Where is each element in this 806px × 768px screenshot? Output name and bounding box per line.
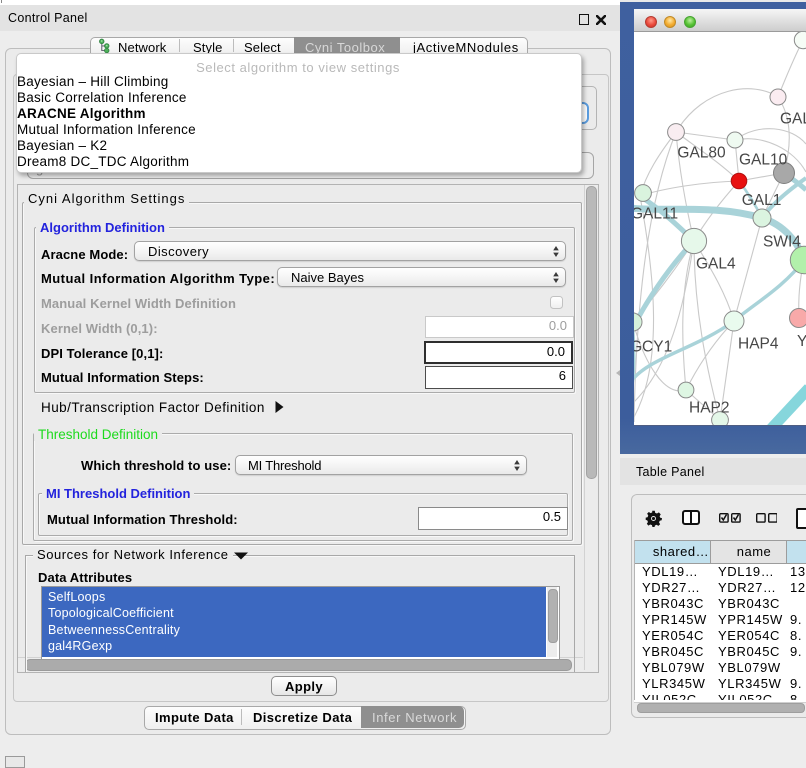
svg-text:GAL1: GAL1: [742, 192, 782, 209]
svg-text:GAL11: GAL11: [634, 206, 678, 223]
svg-text:GCY1: GCY1: [634, 339, 672, 356]
svg-text:HAP4: HAP4: [738, 336, 779, 353]
svg-text:GAL10: GAL10: [739, 152, 788, 169]
svg-text:HAP2: HAP2: [689, 400, 730, 417]
svg-text:Y: Y: [797, 333, 806, 350]
svg-text:GAL: GAL: [780, 111, 806, 128]
svg-text:GAL80: GAL80: [677, 145, 726, 162]
svg-text:GAL4: GAL4: [696, 256, 736, 273]
svg-text:SWI4: SWI4: [763, 234, 801, 251]
